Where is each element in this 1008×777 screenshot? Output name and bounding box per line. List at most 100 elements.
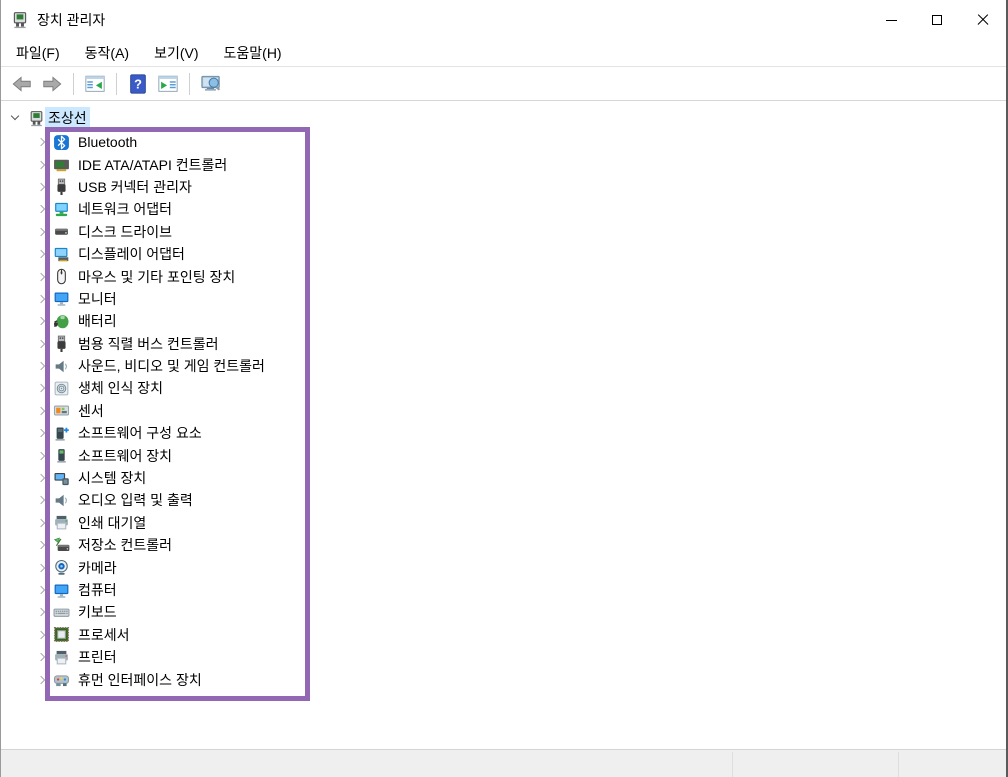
menu-item[interactable]: 동작(A) xyxy=(76,40,138,66)
tree-item-label: 센서 xyxy=(78,401,104,421)
tree-item[interactable]: 생체 인식 장치 xyxy=(1,377,1006,399)
device-manager-window: { "window": { "title": "장치 관리자", "icon":… xyxy=(0,0,1008,777)
tree-item[interactable]: 키보드 xyxy=(1,601,1006,623)
tree-item-label: 사운드, 비디오 및 게임 컨트롤러 xyxy=(78,356,265,376)
tree-item-label: 소프트웨어 장치 xyxy=(78,446,172,466)
tree-item[interactable]: 소프트웨어 장치 xyxy=(1,444,1006,466)
minimize-button[interactable] xyxy=(868,0,914,40)
help-button[interactable]: ? xyxy=(124,70,152,98)
tree-item[interactable]: 마우스 및 기타 포인팅 장치 xyxy=(1,265,1006,287)
chevron-right-icon[interactable] xyxy=(37,586,45,594)
tree-item-label: 시스템 장치 xyxy=(78,468,146,488)
device-manager-icon xyxy=(11,11,29,29)
chevron-right-icon[interactable] xyxy=(37,564,45,572)
chevron-right-icon[interactable] xyxy=(37,161,45,169)
show-console-tree-button[interactable] xyxy=(81,70,109,98)
tree-item[interactable]: 디스크 드라이브 xyxy=(1,221,1006,243)
chevron-right-icon[interactable] xyxy=(37,273,45,281)
chevron-right-icon[interactable] xyxy=(37,496,45,504)
minimize-icon xyxy=(886,20,897,21)
tree-item[interactable]: Bluetooth xyxy=(1,131,1006,153)
battery-icon xyxy=(53,313,70,330)
chevron-right-icon[interactable] xyxy=(37,407,45,415)
chevron-right-icon[interactable] xyxy=(37,250,45,258)
tree-item[interactable]: USB 커넥터 관리자 xyxy=(1,176,1006,198)
maximize-button[interactable] xyxy=(914,0,960,40)
window-title: 장치 관리자 xyxy=(37,10,105,30)
sound-controller-icon xyxy=(53,358,70,375)
strip-divider xyxy=(898,752,899,777)
device-manager-icon xyxy=(28,110,45,127)
tree-item[interactable]: 모니터 xyxy=(1,288,1006,310)
chevron-right-icon[interactable] xyxy=(37,384,45,392)
tree-item-label: 프로세서 xyxy=(78,625,130,645)
menu-item[interactable]: 보기(V) xyxy=(145,40,207,66)
chevron-right-icon[interactable] xyxy=(37,429,45,437)
chevron-right-icon[interactable] xyxy=(37,676,45,684)
scan-hardware-button[interactable] xyxy=(197,70,225,98)
chevron-right-icon[interactable] xyxy=(37,541,45,549)
tree-item-label: IDE ATA/ATAPI 컨트롤러 xyxy=(78,155,227,175)
chevron-right-icon[interactable] xyxy=(37,205,45,213)
tree-item[interactable]: 프린터 xyxy=(1,646,1006,668)
chevron-right-icon[interactable] xyxy=(37,228,45,236)
tree-item[interactable]: 사운드, 비디오 및 게임 컨트롤러 xyxy=(1,355,1006,377)
system-device-icon xyxy=(53,470,70,487)
tree-item-label: USB 커넥터 관리자 xyxy=(78,177,192,197)
forward-button[interactable] xyxy=(38,70,66,98)
print-queue-icon xyxy=(53,514,70,531)
menu-item[interactable]: 도움말(H) xyxy=(215,40,291,66)
tree-item-label: 프린터 xyxy=(78,647,117,667)
chevron-right-icon[interactable] xyxy=(37,608,45,616)
bluetooth-icon xyxy=(53,134,70,151)
tree-item[interactable]: 범용 직렬 버스 컨트롤러 xyxy=(1,333,1006,355)
biometric-icon xyxy=(53,380,70,397)
chevron-right-icon[interactable] xyxy=(37,474,45,482)
maximize-icon xyxy=(932,15,942,25)
tree-item-label: 오디오 입력 및 출력 xyxy=(78,490,193,510)
toolbar-separator xyxy=(189,73,190,95)
chevron-right-icon[interactable] xyxy=(37,362,45,370)
menu-item[interactable]: 파일(F) xyxy=(7,40,69,66)
tree-item-label: 소프트웨어 구성 요소 xyxy=(78,423,202,443)
chevron-right-icon[interactable] xyxy=(37,653,45,661)
network-adapter-icon xyxy=(53,201,70,218)
tree-root-computer[interactable]: 조상선 xyxy=(1,107,1006,129)
tree-item-label: 카메라 xyxy=(78,558,117,578)
tree-item[interactable]: 디스플레이 어댑터 xyxy=(1,243,1006,265)
tree-item[interactable]: 네트워크 어댑터 xyxy=(1,198,1006,220)
chevron-down-icon[interactable] xyxy=(11,114,19,122)
tree-item[interactable]: 소프트웨어 구성 요소 xyxy=(1,422,1006,444)
tree-item[interactable]: 인쇄 대기열 xyxy=(1,512,1006,534)
tree-item[interactable]: 컴퓨터 xyxy=(1,579,1006,601)
svg-text:?: ? xyxy=(134,76,142,91)
tree-item[interactable]: 카메라 xyxy=(1,556,1006,578)
tree-item[interactable]: 저장소 컨트롤러 xyxy=(1,534,1006,556)
software-component-icon xyxy=(53,425,70,442)
printer-icon xyxy=(53,649,70,666)
tree-item[interactable]: 휴먼 인터페이스 장치 xyxy=(1,668,1006,690)
tree-item[interactable]: 프로세서 xyxy=(1,624,1006,646)
chevron-right-icon[interactable] xyxy=(37,519,45,527)
chevron-right-icon[interactable] xyxy=(37,138,45,146)
chevron-right-icon[interactable] xyxy=(37,183,45,191)
chevron-right-icon[interactable] xyxy=(37,631,45,639)
tree-item[interactable]: IDE ATA/ATAPI 컨트롤러 xyxy=(1,153,1006,175)
storage-controller-icon xyxy=(53,537,70,554)
tree-item[interactable]: 오디오 입력 및 출력 xyxy=(1,489,1006,511)
properties-button[interactable] xyxy=(154,70,182,98)
tree-item-label: 인쇄 대기열 xyxy=(78,513,146,533)
camera-icon xyxy=(53,559,70,576)
tree-item[interactable]: 센서 xyxy=(1,400,1006,422)
tree-item[interactable]: 시스템 장치 xyxy=(1,467,1006,489)
toolbar: ? xyxy=(1,67,1006,101)
chevron-right-icon[interactable] xyxy=(37,295,45,303)
close-button[interactable] xyxy=(960,0,1006,40)
chevron-right-icon[interactable] xyxy=(37,317,45,325)
window-controls xyxy=(868,0,1006,40)
chevron-right-icon[interactable] xyxy=(37,340,45,348)
chevron-right-icon[interactable] xyxy=(37,452,45,460)
strip-divider xyxy=(732,752,733,777)
back-button[interactable] xyxy=(8,70,36,98)
tree-item[interactable]: 배터리 xyxy=(1,310,1006,332)
